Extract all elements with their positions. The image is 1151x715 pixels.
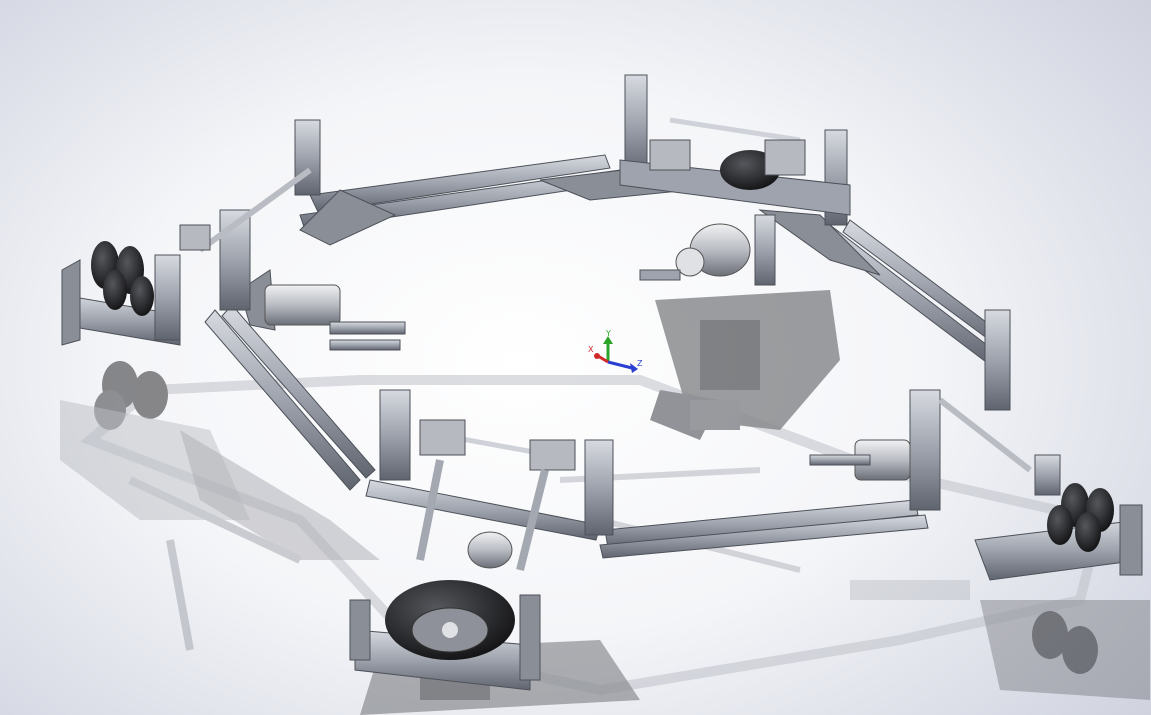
left-motor-icon — [264, 284, 406, 351]
front-motor-icon — [467, 531, 513, 569]
front-omni-wheel-icon — [385, 580, 515, 660]
back-wheel-module[interactable] — [619, 74, 851, 286]
assembly-scene: Y Z X — [60, 74, 1150, 715]
triad-x-label: X — [588, 345, 594, 354]
triad-z-label: Z — [637, 359, 643, 368]
triad-y-label: Y — [605, 329, 611, 338]
cad-viewport[interactable]: Y Z X — [0, 0, 1151, 715]
reflection-back-module — [650, 290, 840, 440]
reference-triad: Y Z X — [588, 329, 643, 373]
